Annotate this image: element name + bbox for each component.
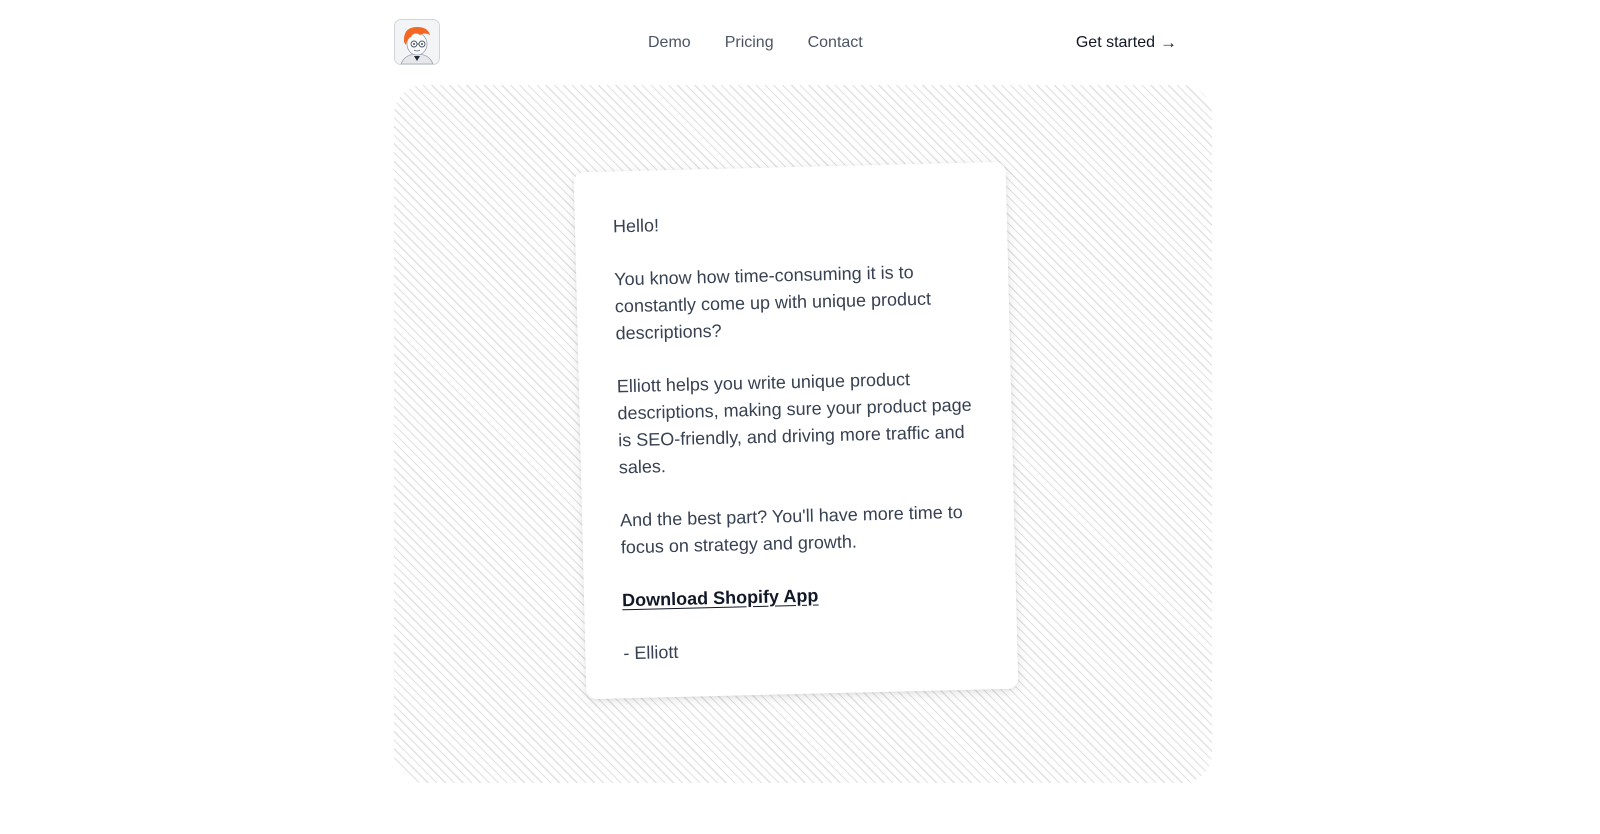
hero-hatched-panel: Hello! You know how time-consuming it is… (394, 85, 1212, 783)
letter-paragraph-3: And the best part? You'll have more time… (619, 501, 963, 558)
download-shopify-app-link[interactable]: Download Shopify App (622, 586, 819, 611)
site-header: Demo Pricing Contact Get started → (394, 19, 1194, 67)
get-started-link[interactable]: Get started → (1076, 19, 1177, 67)
nav-link-pricing[interactable]: Pricing (725, 34, 774, 52)
letter-greeting: Hello! (612, 215, 660, 237)
letter-paragraph-1: You know how time-consuming it is to con… (614, 262, 932, 344)
letter-card: Hello! You know how time-consuming it is… (573, 161, 1019, 700)
elliott-avatar-logo[interactable] (394, 19, 440, 65)
nav-link-contact[interactable]: Contact (808, 34, 863, 52)
main-nav: Demo Pricing Contact (648, 19, 863, 67)
elliott-face-icon (395, 20, 439, 64)
arrow-right-icon: → (1160, 33, 1177, 52)
letter-paragraph-2: Elliott helps you write unique product d… (616, 369, 972, 478)
download-row: Download Shopify App (622, 579, 979, 615)
letter-signature: - Elliott (623, 641, 679, 664)
nav-link-demo[interactable]: Demo (648, 34, 691, 52)
get-started-label: Get started (1075, 34, 1155, 51)
